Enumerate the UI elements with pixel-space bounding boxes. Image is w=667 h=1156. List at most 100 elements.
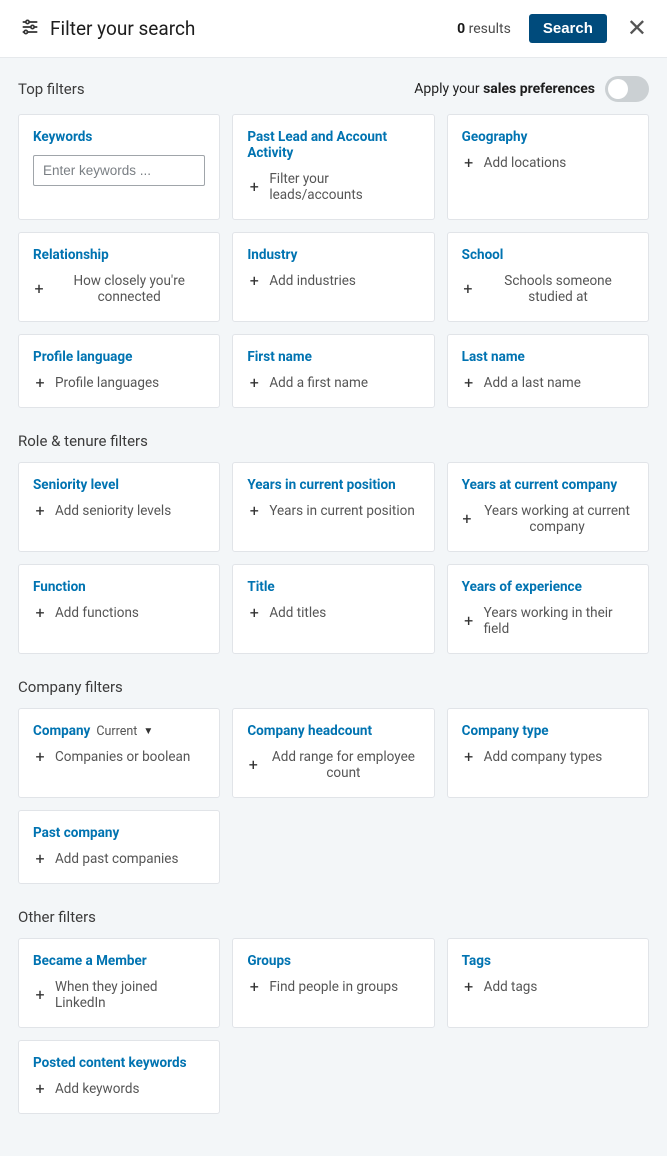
filter-card-company[interactable]: Company Current ▼ + Companies or boolean [18, 708, 220, 798]
add-action[interactable]: + Profile languages [33, 375, 205, 391]
plus-icon: + [33, 749, 47, 765]
add-action[interactable]: + Add titles [247, 605, 419, 621]
section-role-tenure: Role & tenure filters Seniority level + … [18, 432, 649, 654]
add-action[interactable]: + Add past companies [33, 851, 205, 867]
filter-title: Function [33, 579, 205, 595]
add-action[interactable]: + Years in current position [247, 503, 419, 519]
filter-card-years-experience[interactable]: Years of experience + Years working in t… [447, 564, 649, 654]
filter-card-company-type[interactable]: Company type + Add company types [447, 708, 649, 798]
add-action[interactable]: + Add range for employee count [247, 749, 419, 781]
plus-icon: + [247, 503, 261, 519]
filter-title: Past company [33, 825, 205, 841]
filter-icon [20, 17, 40, 41]
filter-hint: Years in current position [269, 503, 419, 519]
plus-icon: + [33, 281, 45, 297]
plus-icon: + [462, 281, 474, 297]
filter-card-title[interactable]: Title + Add titles [232, 564, 434, 654]
filter-card-tags[interactable]: Tags + Add tags [447, 938, 649, 1028]
add-action[interactable]: + Add locations [462, 155, 634, 171]
add-action[interactable]: + Add a last name [462, 375, 634, 391]
search-button[interactable]: Search [529, 14, 607, 43]
filter-title: School [462, 247, 634, 263]
add-action[interactable]: + Find people in groups [247, 979, 419, 995]
plus-icon: + [33, 851, 47, 867]
filter-card-relationship[interactable]: Relationship + How closely you're connec… [18, 232, 220, 322]
results-count: 0 [457, 21, 465, 37]
add-action[interactable]: + Years working at current company [462, 503, 634, 535]
filter-title: Geography [462, 129, 634, 145]
add-action[interactable]: + Add company types [462, 749, 634, 765]
filter-hint: Add a first name [269, 375, 419, 391]
plus-icon: + [33, 605, 47, 621]
filter-card-function[interactable]: Function + Add functions [18, 564, 220, 654]
filter-card-school[interactable]: School + Schools someone studied at [447, 232, 649, 322]
add-action[interactable]: + Add seniority levels [33, 503, 205, 519]
content: Top filters Apply your sales preferences… [0, 58, 667, 1156]
filter-title: Keywords [33, 129, 205, 145]
filter-card-posted-keywords[interactable]: Posted content keywords + Add keywords [18, 1040, 220, 1114]
filter-hint: Profile languages [55, 375, 205, 391]
add-action[interactable]: + How closely you're connected [33, 273, 205, 305]
page-title: Filter your search [50, 17, 447, 40]
add-action[interactable]: + When they joined LinkedIn [33, 979, 205, 1011]
filter-card-headcount[interactable]: Company headcount + Add range for employ… [232, 708, 434, 798]
close-icon: ✕ [627, 15, 647, 42]
plus-icon: + [33, 375, 47, 391]
filter-card-groups[interactable]: Groups + Find people in groups [232, 938, 434, 1028]
filter-hint: Add past companies [55, 851, 205, 867]
sales-preferences-toggle[interactable] [605, 76, 649, 102]
add-action[interactable]: + Add a first name [247, 375, 419, 391]
plus-icon: + [462, 749, 476, 765]
plus-icon: + [462, 613, 476, 629]
filter-title: Seniority level [33, 477, 205, 493]
add-action[interactable]: + Schools someone studied at [462, 273, 634, 305]
filter-title: Company type [462, 723, 634, 739]
plus-icon: + [33, 987, 47, 1003]
filter-card-last-name[interactable]: Last name + Add a last name [447, 334, 649, 408]
add-action[interactable]: + Filter your leads/accounts [247, 171, 419, 203]
keywords-input[interactable] [33, 155, 205, 186]
plus-icon: + [247, 757, 259, 773]
filter-card-became-member[interactable]: Became a Member + When they joined Linke… [18, 938, 220, 1028]
filter-card-geography[interactable]: Geography + Add locations [447, 114, 649, 220]
filter-hint: Add a last name [484, 375, 634, 391]
filter-card-profile-language[interactable]: Profile language + Profile languages [18, 334, 220, 408]
filter-title: Tags [462, 953, 634, 969]
header: Filter your search 0 results Search ✕ [0, 0, 667, 58]
filter-title: Years of experience [462, 579, 634, 595]
plus-icon: + [33, 1081, 47, 1097]
filter-card-past-lead[interactable]: Past Lead and Account Activity + Filter … [232, 114, 434, 220]
add-action[interactable]: + Companies or boolean [33, 749, 205, 765]
filter-card-keywords[interactable]: Keywords [18, 114, 220, 220]
plus-icon: + [462, 155, 476, 171]
filter-title: Company headcount [247, 723, 419, 739]
plus-icon: + [462, 511, 473, 527]
filter-hint: Add functions [55, 605, 205, 621]
filter-hint: Add seniority levels [55, 503, 205, 519]
add-action[interactable]: + Years working in their field [462, 605, 634, 637]
filter-title: Relationship [33, 247, 205, 263]
add-action[interactable]: + Add industries [247, 273, 419, 289]
company-scope-chip[interactable]: Current [96, 724, 137, 739]
filter-hint: Find people in groups [269, 979, 419, 995]
filter-hint: Add range for employee count [267, 749, 420, 781]
filter-title: Title [247, 579, 419, 595]
add-action[interactable]: + Add functions [33, 605, 205, 621]
add-action[interactable]: + Add keywords [33, 1081, 205, 1097]
sales-preferences-label: Apply your sales preferences [414, 81, 595, 97]
filter-card-years-position[interactable]: Years in current position + Years in cur… [232, 462, 434, 552]
filter-card-past-company[interactable]: Past company + Add past companies [18, 810, 220, 884]
add-action[interactable]: + Add tags [462, 979, 634, 995]
close-button[interactable]: ✕ [627, 17, 647, 41]
filter-card-first-name[interactable]: First name + Add a first name [232, 334, 434, 408]
toggle-knob [608, 79, 628, 99]
filter-card-seniority[interactable]: Seniority level + Add seniority levels [18, 462, 220, 552]
filter-hint: Years working at current company [480, 503, 634, 535]
plus-icon: + [33, 503, 47, 519]
results-count-wrap: 0 results [457, 21, 511, 37]
filter-title: Years at current company [462, 477, 634, 493]
plus-icon: + [247, 979, 261, 995]
plus-icon: + [462, 979, 476, 995]
filter-card-industry[interactable]: Industry + Add industries [232, 232, 434, 322]
filter-card-years-company[interactable]: Years at current company + Years working… [447, 462, 649, 552]
